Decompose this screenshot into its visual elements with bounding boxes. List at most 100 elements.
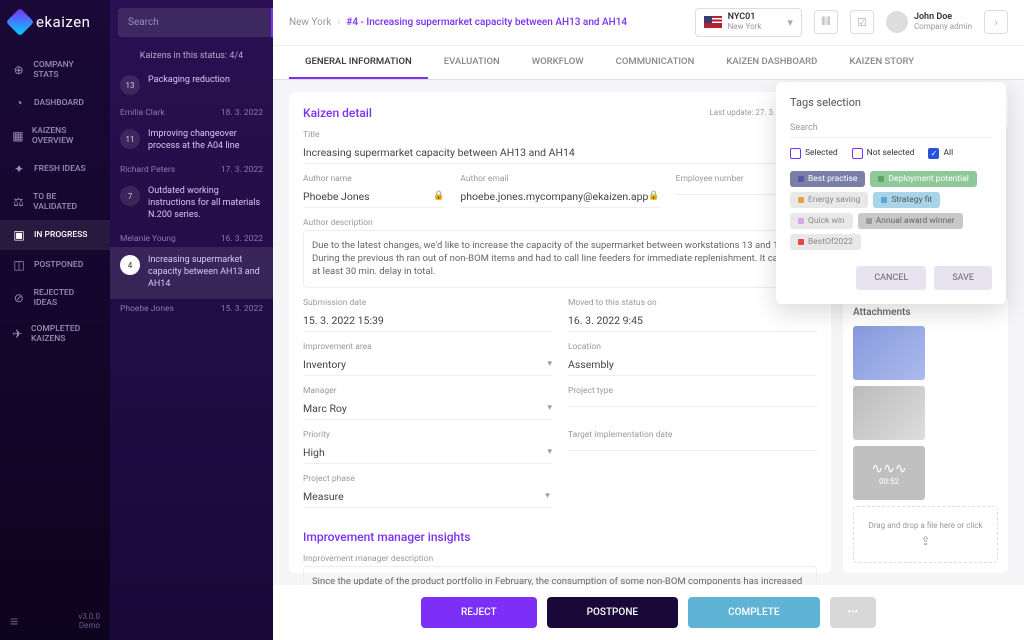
location-selector[interactable]: NYC01 New York ▾ bbox=[695, 8, 802, 37]
nav-item-completed-kaizens[interactable]: ✈COMPLETED KAIZENS bbox=[0, 316, 110, 352]
list-item[interactable]: 7Outdated working instructions for all m… bbox=[110, 178, 273, 229]
more-button[interactable]: ••• bbox=[830, 597, 877, 628]
env-label: Demo bbox=[78, 621, 100, 630]
list-item-number: 4 bbox=[120, 255, 140, 275]
list-item[interactable]: 11Improving changeover process at the A0… bbox=[110, 121, 273, 160]
logo-icon bbox=[6, 8, 34, 36]
popup-search[interactable]: Search bbox=[790, 119, 992, 138]
author-description[interactable]: Due to the latest changes, we'd like to … bbox=[303, 230, 817, 288]
nav-icon: ⊘ bbox=[12, 291, 26, 305]
insights-description[interactable]: Since the update of the product portfoli… bbox=[303, 566, 817, 585]
nav-item-company-stats[interactable]: ⊕COMPANY STATS bbox=[0, 52, 110, 88]
list-item[interactable]: 13Packaging reduction bbox=[110, 67, 273, 103]
tab-communication[interactable]: COMMUNICATION bbox=[600, 46, 711, 79]
file-dropzone[interactable]: Drag and drop a file here or click ⇪ bbox=[853, 506, 998, 563]
tag-best-practise[interactable]: Best practise bbox=[790, 171, 865, 187]
project-type-field[interactable] bbox=[568, 398, 817, 407]
tag-bestof2022[interactable]: BestOf2022 bbox=[790, 234, 861, 250]
phase-select[interactable]: Measure▾ bbox=[303, 486, 550, 508]
tab-workflow[interactable]: WORKFLOW bbox=[516, 46, 600, 79]
tag-dot bbox=[798, 176, 804, 182]
version-label: v3.0.0 bbox=[78, 612, 100, 621]
location-field[interactable]: Assembly bbox=[568, 354, 817, 376]
list-author: Richard Peters17. 3. 2022 bbox=[110, 160, 273, 178]
nav-item-postponed[interactable]: ◫POSTPONED bbox=[0, 250, 110, 280]
user-menu[interactable]: John Doe Company admin bbox=[886, 11, 972, 33]
list-item-title: Outdated working instructions for all ma… bbox=[148, 186, 263, 221]
filter-not-selected[interactable]: Not selected bbox=[852, 148, 915, 159]
breadcrumb: New York › #4 - Increasing supermarket c… bbox=[289, 17, 683, 28]
tag-dot bbox=[878, 176, 884, 182]
tag-deployment-potential[interactable]: Deployment potential bbox=[870, 171, 976, 187]
title-field[interactable]: Increasing supermarket capacity between … bbox=[303, 142, 817, 164]
list-author: Phoebe Jones15. 3. 2022 bbox=[110, 299, 273, 317]
cancel-button[interactable]: CANCEL bbox=[856, 266, 926, 290]
nav-item-kaizens-overview[interactable]: ▦KAIZENS OVERVIEW bbox=[0, 118, 110, 154]
tabs: GENERAL INFORMATIONEVALUATIONWORKFLOWCOM… bbox=[273, 46, 1024, 80]
list-item-title: Improving changeover process at the A04 … bbox=[148, 129, 263, 152]
menu-toggle-icon[interactable]: ≡ bbox=[10, 613, 18, 630]
main: New York › #4 - Increasing supermarket c… bbox=[273, 0, 1024, 640]
author-email-field: phoebe.jones.mycompany@ekaizen.app🔒 bbox=[460, 186, 659, 208]
logo: ekaizen bbox=[0, 0, 110, 44]
attachments-card: Attachments ∿∿∿ 00:52 Drag and drop a fi… bbox=[843, 297, 1008, 573]
forward-icon[interactable]: › bbox=[984, 10, 1008, 34]
save-button[interactable]: SAVE bbox=[934, 266, 992, 290]
attachment-audio[interactable]: ∿∿∿ 00:52 bbox=[853, 446, 925, 500]
sidebar: ekaizen ⊕COMPANY STATS◔DASHBOARD▦KAIZENS… bbox=[0, 0, 110, 640]
complete-button[interactable]: COMPLETE bbox=[688, 597, 819, 628]
attachment-image[interactable] bbox=[853, 326, 925, 380]
kaizen-list-panel: 🔍 Kaizens in this status: 4/4 13Packagin… bbox=[110, 0, 273, 640]
nav-icon: ▣ bbox=[12, 228, 26, 242]
footer-actions: REJECT POSTPONE COMPLETE ••• bbox=[273, 585, 1024, 640]
chevron-down-icon: ▾ bbox=[547, 447, 552, 457]
filter-selected[interactable]: Selected bbox=[790, 148, 838, 159]
tab-kaizen-story[interactable]: KAIZEN STORY bbox=[833, 46, 930, 79]
popup-title: Tags selection bbox=[790, 96, 992, 109]
nav-icon: ⚖ bbox=[12, 195, 25, 209]
manager-select[interactable]: Marc Roy▾ bbox=[303, 398, 552, 420]
nav-item-dashboard[interactable]: ◔DASHBOARD bbox=[0, 88, 110, 118]
reject-button[interactable]: REJECT bbox=[421, 597, 537, 628]
list-item-number: 13 bbox=[120, 75, 140, 95]
list-item-title: Increasing supermarket capacity between … bbox=[148, 255, 263, 290]
list-item[interactable]: 4 Increasing supermarket capacity between… bbox=[110, 247, 273, 298]
nav-icon: ◔ bbox=[12, 96, 26, 110]
author-name-field: Phoebe Jones🔒 bbox=[303, 186, 444, 208]
tag-energy-saving[interactable]: Energy saving bbox=[790, 192, 868, 208]
tag-dot bbox=[798, 197, 804, 203]
nav-item-to-be-validated[interactable]: ⚖TO BE VALIDATED bbox=[0, 184, 110, 220]
tag-annual-award-winner[interactable]: Annual award winner bbox=[858, 213, 963, 229]
list-items: 13Packaging reductionEmilia Clark18. 3. … bbox=[110, 67, 273, 640]
sidebar-footer: ≡ v3.0.0 Demo bbox=[0, 602, 110, 640]
search-input[interactable] bbox=[118, 8, 271, 37]
barcode-icon[interactable]: ⦀⦀ bbox=[814, 10, 838, 34]
nav-item-rejected-ideas[interactable]: ⊘REJECTED IDEAS bbox=[0, 280, 110, 316]
tag-dot bbox=[881, 197, 887, 203]
postpone-button[interactable]: POSTPONE bbox=[547, 597, 678, 628]
tag-quick-win[interactable]: Quick win bbox=[790, 213, 853, 229]
tag-strategy-fit[interactable]: Strategy fit bbox=[873, 192, 940, 208]
tab-general-information[interactable]: GENERAL INFORMATION bbox=[289, 46, 428, 79]
flag-us-icon bbox=[704, 16, 722, 28]
nav-icon: ✈ bbox=[12, 327, 23, 341]
upload-icon: ⇪ bbox=[868, 534, 983, 548]
area-select[interactable]: Inventory▾ bbox=[303, 354, 552, 376]
filter-all[interactable]: ✓All bbox=[928, 148, 953, 159]
lock-icon: 🔒 bbox=[433, 191, 444, 201]
list-author: Emilia Clark18. 3. 2022 bbox=[110, 103, 273, 121]
tab-kaizen-dashboard[interactable]: KAIZEN DASHBOARD bbox=[710, 46, 833, 79]
tags-grid: Best practise Deployment potentialEnergy … bbox=[790, 171, 992, 250]
target-date-field[interactable] bbox=[568, 442, 817, 451]
chevron-down-icon: ▾ bbox=[547, 403, 552, 413]
logo-text: ekaizen bbox=[36, 13, 90, 31]
clipboard-icon[interactable]: ☑ bbox=[850, 10, 874, 34]
attachment-image[interactable] bbox=[853, 386, 925, 440]
priority-select[interactable]: High▾ bbox=[303, 442, 552, 464]
tab-evaluation[interactable]: EVALUATION bbox=[428, 46, 516, 79]
nav-item-fresh-ideas[interactable]: ✦FRESH IDEAS bbox=[0, 154, 110, 184]
topbar: New York › #4 - Increasing supermarket c… bbox=[273, 0, 1024, 46]
nav-item-in-progress[interactable]: ▣IN PROGRESS bbox=[0, 220, 110, 250]
detail-form: Kaizen detail Last update: 27. 3. 2023 1… bbox=[289, 92, 831, 573]
breadcrumb-location[interactable]: New York bbox=[289, 17, 331, 28]
